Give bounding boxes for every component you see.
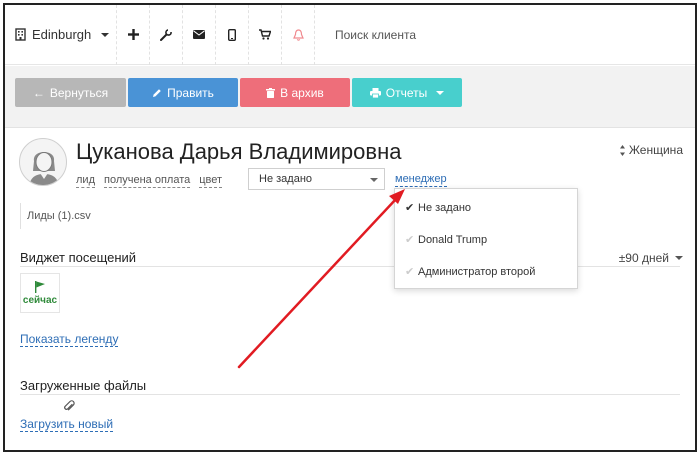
chevron-down-icon xyxy=(370,178,378,182)
upload-new-link[interactable]: Загрузить новый xyxy=(20,417,114,432)
gender-label: Женщина xyxy=(619,143,683,157)
arrow-shaft xyxy=(237,197,398,369)
manager-dropdown: ✔ Не задано ✔ Donald Trump ✔ Администрат… xyxy=(394,188,578,289)
visits-widget-title: Виджет посещений xyxy=(20,250,137,265)
chevron-down-icon xyxy=(436,90,445,95)
add-button[interactable] xyxy=(117,5,150,65)
print-icon xyxy=(369,87,381,98)
uploaded-files-title: Загруженные файлы xyxy=(20,378,147,393)
client-tags: лид получена оплата цвет xyxy=(76,174,223,188)
now-label: сейчас xyxy=(22,294,58,306)
trash-icon xyxy=(266,87,276,98)
check-icon: ✔ xyxy=(405,234,415,246)
tag-lead[interactable]: лид xyxy=(76,174,95,188)
back-button[interactable]: ← Вернуться xyxy=(15,78,126,107)
chevron-down-icon xyxy=(675,256,683,260)
city-selector[interactable]: Edinburgh xyxy=(5,5,117,65)
building-icon xyxy=(15,28,26,41)
top-nav: Edinburgh Поиск клиента xyxy=(5,5,695,65)
select-value: Не задано xyxy=(259,173,313,185)
bell-icon xyxy=(292,28,304,41)
action-toolbar: ← Вернуться Править В архив Отчеты xyxy=(5,66,695,128)
notifications-button[interactable] xyxy=(282,5,315,65)
envelope-icon xyxy=(193,30,205,39)
reports-button[interactable]: Отчеты xyxy=(352,78,462,107)
check-icon: ✔ xyxy=(405,202,415,214)
arrow-left-icon: ← xyxy=(32,85,45,100)
flag-icon xyxy=(35,280,45,293)
archive-button[interactable]: В архив xyxy=(240,78,350,107)
tag-payment-received[interactable]: получена оплата xyxy=(103,174,191,188)
messages-button[interactable] xyxy=(183,5,216,65)
gender-icon xyxy=(619,144,625,156)
mobile-icon xyxy=(228,28,236,41)
client-name: Цуканова Дарья Владимировна xyxy=(76,139,402,164)
female-user-icon xyxy=(29,152,59,185)
plus-icon xyxy=(127,29,139,40)
avatar xyxy=(19,138,67,186)
manager-link[interactable]: менеджер xyxy=(395,173,447,187)
divider xyxy=(20,394,680,395)
file-name[interactable]: Лиды (1).csv xyxy=(20,203,91,229)
dropdown-option-not-set[interactable]: ✔ Не задано xyxy=(405,201,471,215)
tag-color[interactable]: цвет xyxy=(199,174,223,188)
wrench-icon xyxy=(160,28,172,41)
period-selector[interactable]: ±90 дней xyxy=(619,251,683,265)
visit-now-marker[interactable]: сейчас xyxy=(20,273,60,313)
cart-button[interactable] xyxy=(249,5,282,65)
divider xyxy=(20,266,680,267)
cart-icon xyxy=(259,29,271,40)
check-icon: ✔ xyxy=(405,266,415,278)
client-search-input[interactable]: Поиск клиента xyxy=(315,5,416,65)
paperclip-icon xyxy=(63,400,75,418)
edit-button[interactable]: Править xyxy=(128,78,238,107)
manager-select[interactable]: Не задано xyxy=(248,168,385,190)
dropdown-option-second-admin[interactable]: ✔ Администратор второй xyxy=(405,265,535,279)
dropdown-option-donald-trump[interactable]: ✔ Donald Trump xyxy=(405,233,487,247)
chevron-down-icon xyxy=(101,32,110,37)
sms-button[interactable] xyxy=(216,5,249,65)
app-frame: Edinburgh Поиск клиента ← Вернуться Прав… xyxy=(3,3,697,452)
search-placeholder: Поиск клиента xyxy=(335,27,417,42)
show-legend-link[interactable]: Показать легенду xyxy=(20,332,119,347)
city-name: Edinburgh xyxy=(32,27,92,42)
settings-button[interactable] xyxy=(150,5,183,65)
pencil-icon xyxy=(153,88,161,97)
